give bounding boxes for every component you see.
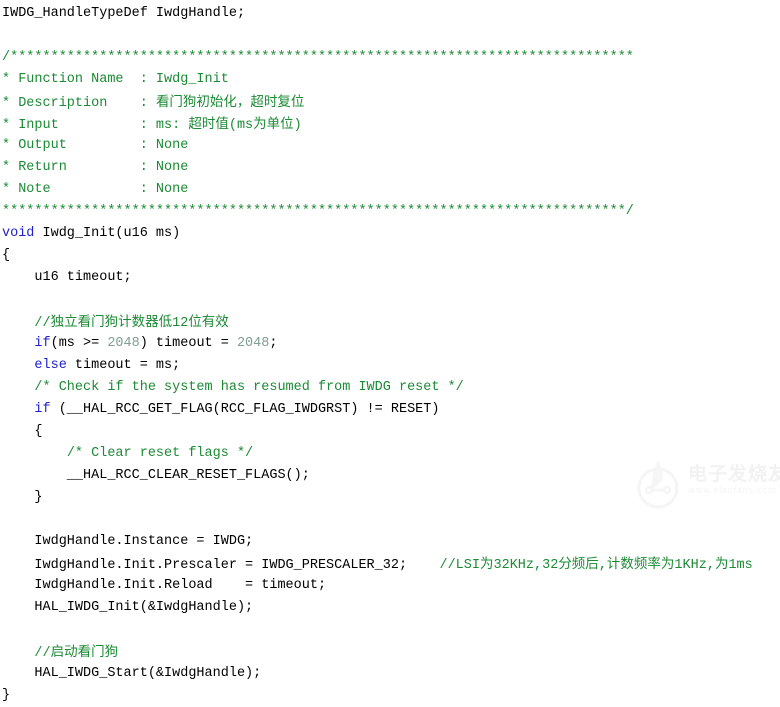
code-line[interactable]: { [2,421,780,443]
code-token-plain: ; [269,336,278,351]
code-token-keyword: void [2,226,35,241]
code-token-comment-cjk: 为单位 [253,116,294,132]
code-line[interactable] [2,619,780,641]
code-line[interactable]: HAL_IWDG_Start(&IwdgHandle); [2,663,780,685]
code-line[interactable]: } [2,685,780,707]
code-token-comment-cjk: 超时值 [188,116,229,132]
code-line[interactable]: * Output : None [2,135,780,157]
code-token-comment-cjk: 为 [480,556,494,572]
code-line[interactable]: * Return : None [2,157,780,179]
code-line[interactable]: * Note : None [2,179,780,201]
code-line[interactable]: * Function Name : Iwdg_Init [2,69,780,91]
code-token-number: 2048 [236,336,270,351]
code-token-comment: 12 [172,316,189,331]
code-token-comment: // [2,646,51,661]
code-token-comment: * Description : [2,96,156,111]
code-line[interactable]: if (__HAL_RCC_GET_FLAG(RCC_FLAG_IWDGRST)… [2,399,780,421]
code-token-plain: u16 timeout; [2,270,132,285]
code-token-comment-cjk: 看门狗初始化，超时复位 [155,94,305,110]
code-line[interactable]: * Input : ms: 超时值(ms为单位) [2,113,780,135]
code-token-plain: IWDG_HandleTypeDef IwdgHandle; [2,6,246,21]
code-line[interactable]: /* Clear reset flags */ [2,443,780,465]
code-line[interactable]: ****************************************… [2,201,780,223]
code-line[interactable]: /* Check if the system has resumed from … [2,377,780,399]
code-line[interactable]: IwdgHandle.Init.Reload = timeout; [2,575,780,597]
code-token-comment: 32KHz,32 [493,558,559,573]
code-line[interactable]: { [2,245,780,267]
code-line[interactable]: * Description : 看门狗初始化，超时复位 [2,91,780,113]
code-line[interactable] [2,509,780,531]
code-token-comment: * Return : None [2,160,189,175]
code-token-comment-cjk: 为 [714,556,729,572]
code-token-keyword: if [34,336,51,351]
code-token-plain: IwdgHandle.Init.Prescaler = IWDG_PRESCAL… [2,558,440,573]
code-token-plain: ) timeout = [139,336,237,351]
code-line[interactable]: void Iwdg_Init(u16 ms) [2,223,780,245]
code-token-comment: ****************************************… [2,204,634,219]
code-token-plain: HAL_IWDG_Start(&IwdgHandle); [2,666,262,681]
code-token-comment-cjk: 独立看门狗计数器低 [50,314,173,330]
code-line[interactable]: /***************************************… [2,47,780,69]
code-token-comment: * Output : None [2,138,189,153]
code-token-keyword: else [34,358,67,373]
code-token-comment: //LSI [439,558,480,573]
code-line[interactable]: //启动看门狗 [2,641,780,663]
code-token-comment: * Input : ms: [2,118,189,133]
code-token-plain: Iwdg_Init(u16 ms) [34,226,181,241]
code-line[interactable]: if(ms >= 2048) timeout = 2048; [2,333,780,355]
code-token-number: 2048 [107,336,140,351]
code-token-plain: __HAL_RCC_CLEAR_RESET_FLAGS(); [2,468,310,483]
code-line[interactable]: IwdgHandle.Init.Prescaler = IWDG_PRESCAL… [2,553,780,575]
code-token-plain: HAL_IWDG_Init(&IwdgHandle); [2,600,254,615]
code-token-comment: ) [293,118,302,133]
code-line[interactable]: __HAL_RCC_CLEAR_RESET_FLAGS(); [2,465,780,487]
code-token-plain: { [2,248,11,263]
code-line[interactable] [2,25,780,47]
code-token-comment: (ms [228,118,254,133]
code-line[interactable]: HAL_IWDG_Init(&IwdgHandle); [2,597,780,619]
code-line[interactable]: u16 timeout; [2,267,780,289]
code-token-comment: * Note : None [2,182,189,197]
code-token-plain: (ms >= [50,336,108,351]
code-token-plain: } [2,688,11,703]
code-token-comment: , [598,558,607,573]
code-token-plain: (__HAL_RCC_GET_FLAG(RCC_FLAG_IWDGRST) !=… [50,402,440,417]
code-token-plain: } [2,490,43,505]
code-token-plain: IwdgHandle.Init.Reload = timeout; [2,578,327,593]
code-token-plain: { [2,424,43,439]
code-token-comment-cjk: 启动看门狗 [50,644,119,660]
code-token-comment-cjk: 分频后 [558,556,599,572]
code-token-keyword: if [34,402,51,417]
code-editor-viewport[interactable]: IWDG_HandleTypeDef IwdgHandle; /*********… [0,0,780,703]
code-token-comment-cjk: 计数频率为 [606,556,675,572]
code-token-comment-cjk: 位有效 [188,314,229,330]
code-line[interactable]: } [2,487,780,509]
code-token-plain: IwdgHandle.Instance = IWDG; [2,534,254,549]
code-token-comment: 1ms [728,558,753,573]
code-token-comment: // [2,316,51,331]
code-token-comment: /* Check if the system has resumed from … [34,380,464,395]
code-token-comment: 1KHz, [674,558,715,573]
code-line[interactable]: IwdgHandle.Instance = IWDG; [2,531,780,553]
code-token-comment: /* Clear reset flags */ [66,446,254,461]
code-line[interactable] [2,289,780,311]
code-line[interactable]: else timeout = ms; [2,355,780,377]
code-token-comment: /***************************************… [2,50,634,65]
code-token-comment: * Function Name : Iwdg_Init [2,72,229,87]
code-line[interactable]: //独立看门狗计数器低12位有效 [2,311,780,333]
code-token-plain: timeout = ms; [66,358,181,373]
code-listing[interactable]: IWDG_HandleTypeDef IwdgHandle; /*********… [2,3,780,707]
code-line[interactable]: IWDG_HandleTypeDef IwdgHandle; [2,3,780,25]
